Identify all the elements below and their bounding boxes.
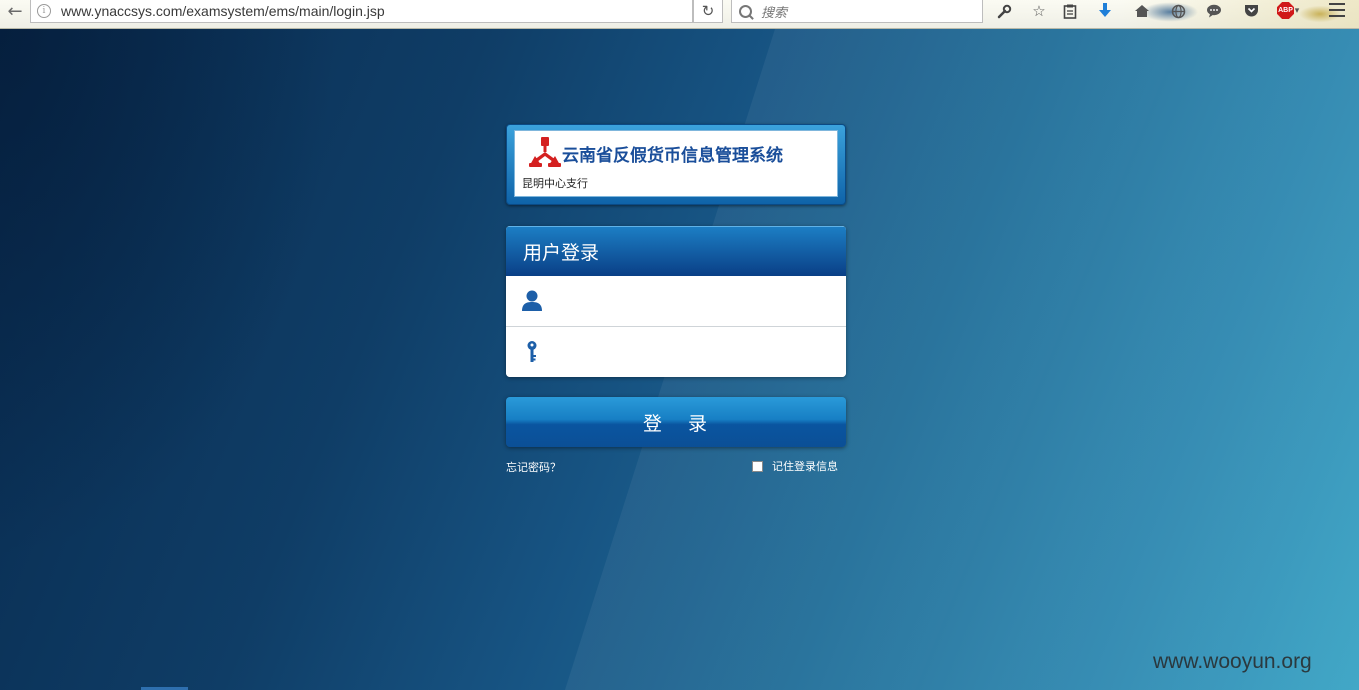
download-icon[interactable] [1094,0,1116,22]
user-icon [522,290,542,311]
chevron-down-icon[interactable]: ▾ [1291,0,1303,22]
system-title: 云南省反假货币信息管理系统 [562,146,783,166]
brand-header: 云南省反假货币信息管理系统 昆明中心支行 [506,124,846,205]
login-header: 用户登录 [506,226,846,276]
key-icon [527,341,537,362]
pocket-icon[interactable] [1240,0,1262,22]
forgot-password-link[interactable]: 忘记密码？ [506,459,561,475]
star-icon[interactable]: ☆ [1028,0,1050,22]
watermark: www.wooyun.org [1153,650,1312,673]
login-button-label: 登 录 [642,412,718,435]
wrench-icon[interactable] [993,0,1015,22]
username-input[interactable] [553,280,846,322]
password-input[interactable] [553,331,846,373]
chat-icon[interactable] [1203,0,1225,22]
clipboard-icon[interactable] [1059,0,1081,22]
back-icon[interactable]: ← [2,0,28,24]
brand-panel: 云南省反假货币信息管理系统 昆明中心支行 [514,130,838,197]
login-title: 用户登录 [523,242,600,264]
remember-label: 记住登录信息 [772,460,838,473]
password-row [506,326,846,377]
login-button[interactable]: 登 录 [506,397,846,447]
address-bar[interactable]: i www.ynaccsys.com/examsystem/ems/main/l… [30,0,693,23]
branch-subtitle: 昆明中心支行 [522,177,588,190]
login-panel: 用户登录 [506,226,846,377]
browser-toolbar: ← i www.ynaccsys.com/examsystem/ems/main… [0,0,1359,29]
globe-icon[interactable] [1167,0,1189,22]
search-bar[interactable]: 搜索 [731,0,983,23]
search-placeholder: 搜索 [761,5,788,21]
remember-login[interactable]: 记住登录信息 [752,458,838,474]
reload-icon[interactable]: ↻ [693,0,723,23]
remember-checkbox[interactable] [752,460,763,472]
info-icon[interactable]: i [37,4,51,18]
username-row [506,276,846,326]
search-icon [739,4,752,18]
pboc-logo [529,137,561,167]
menu-icon[interactable] [1329,3,1345,17]
address-url[interactable]: www.ynaccsys.com/examsystem/ems/main/log… [61,3,385,19]
home-icon[interactable] [1131,0,1153,22]
